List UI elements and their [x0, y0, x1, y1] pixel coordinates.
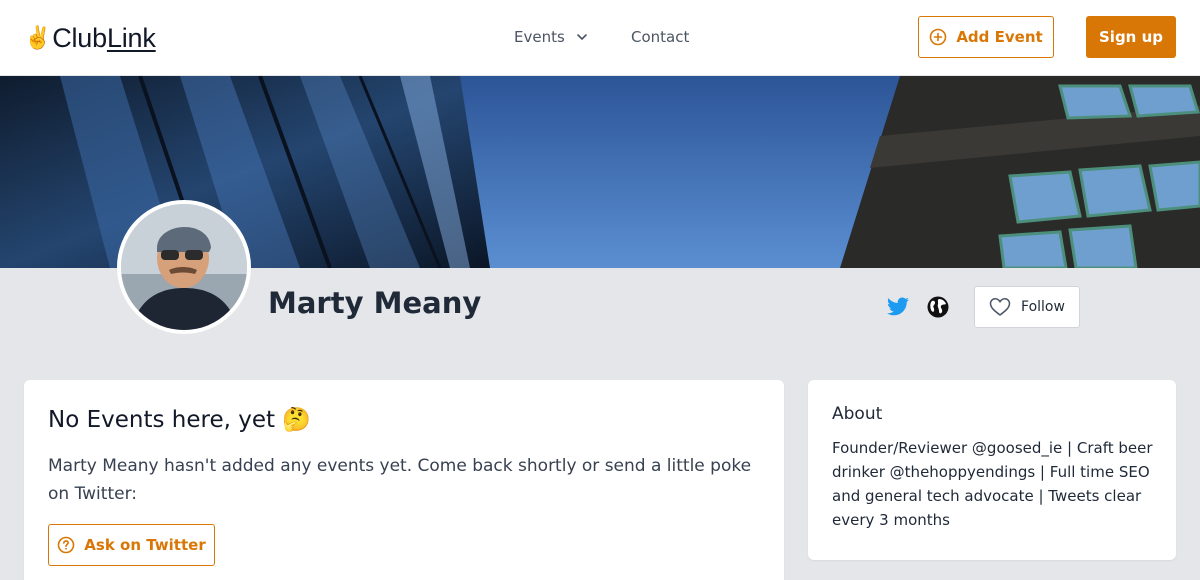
- logo-text-link: Link: [106, 22, 156, 53]
- chevron-down-icon: [576, 34, 587, 40]
- ask-on-twitter-label: Ask on Twitter: [84, 536, 206, 554]
- nav-events-label: Events: [514, 28, 565, 46]
- add-event-label: Add Event: [956, 28, 1043, 46]
- top-navbar: ✌️ Club Link Events Contact Add Event Sig…: [0, 0, 1200, 76]
- avatar-photo: [121, 204, 247, 330]
- twitter-icon[interactable]: [886, 295, 910, 319]
- follow-label: Follow: [1021, 299, 1065, 315]
- events-empty-title: No Events here, yet 🤔: [48, 407, 311, 433]
- plus-circle-icon: [930, 28, 947, 46]
- nav-events-dropdown[interactable]: Events: [514, 28, 631, 46]
- clublink-logo[interactable]: ✌️ Club Link: [24, 22, 156, 54]
- sign-up-button[interactable]: Sign up: [1086, 16, 1176, 58]
- nav-contact-link[interactable]: Contact: [631, 28, 689, 46]
- events-card: No Events here, yet 🤔 Marty Meany hasn't…: [24, 380, 784, 580]
- about-title: About: [832, 404, 883, 424]
- victory-hand-icon: ✌️: [24, 25, 52, 50]
- events-empty-message: Marty Meany hasn't added any events yet.…: [48, 456, 752, 504]
- logo-text-club: Club: [52, 22, 107, 53]
- question-circle-icon: [57, 536, 75, 554]
- globe-icon[interactable]: [926, 295, 950, 319]
- profile-avatar: [117, 200, 251, 334]
- nav-contact-label: Contact: [631, 28, 690, 46]
- about-card: About Founder/Reviewer @goosed_ie | Craf…: [808, 380, 1176, 560]
- heart-icon: [989, 298, 1011, 316]
- follow-button[interactable]: Follow: [974, 286, 1080, 328]
- about-bio: Founder/Reviewer @goosed_ie | Craft beer…: [832, 439, 1153, 529]
- main-nav: Events Contact: [514, 26, 689, 48]
- ask-on-twitter-button[interactable]: Ask on Twitter: [48, 524, 215, 566]
- profile-name: Marty Meany: [268, 286, 482, 320]
- add-event-button[interactable]: Add Event: [918, 16, 1054, 58]
- sign-up-label: Sign up: [1099, 28, 1163, 46]
